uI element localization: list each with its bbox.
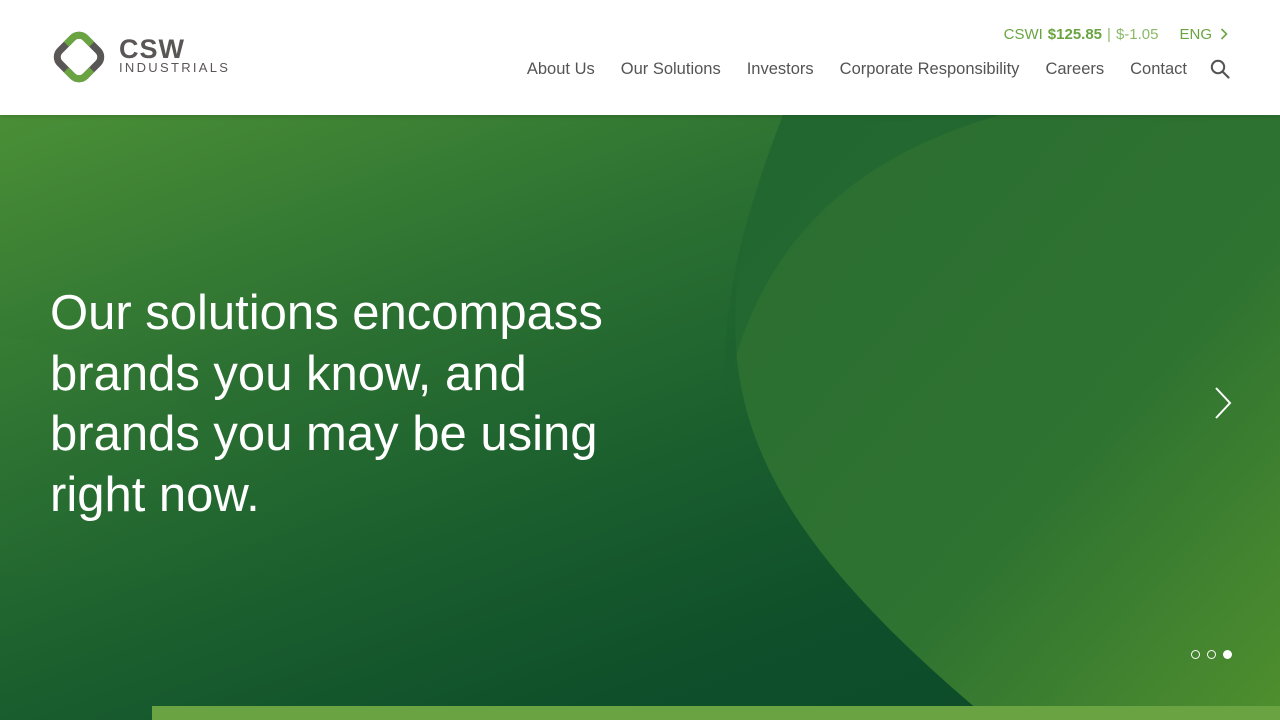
hero-carousel: Our solutions encompass brands you know,…	[0, 115, 1280, 720]
stock-change: $-1.05	[1115, 25, 1159, 43]
nav-corporate-responsibility[interactable]: Corporate Responsibility	[840, 60, 1020, 79]
language-label: ENG	[1179, 25, 1212, 43]
main-nav: About Us Our Solutions Investors Corpora…	[527, 56, 1230, 82]
csw-diamond-logo-icon	[53, 31, 105, 83]
search-icon	[1210, 59, 1230, 79]
hero-bottom-accent-bar	[152, 706, 1280, 720]
utility-bar: CSWI $125.85 | $-1.05 ENG	[1004, 24, 1228, 44]
nav-our-solutions[interactable]: Our Solutions	[621, 60, 721, 79]
nav-contact[interactable]: Contact	[1130, 60, 1187, 79]
site-header: CSW INDUSTRIALS CSWI $125.85 | $-1.05 EN…	[0, 0, 1280, 115]
carousel-dot-1[interactable]	[1191, 650, 1200, 659]
carousel-dot-2[interactable]	[1207, 650, 1216, 659]
stock-separator: |	[1107, 25, 1111, 43]
logo-subtitle: INDUSTRIALS	[119, 60, 231, 75]
search-button[interactable]	[1210, 59, 1230, 79]
logo-wordmark: CSW	[119, 34, 185, 64]
carousel-next-button[interactable]	[1208, 385, 1236, 421]
stock-price: $125.85	[1047, 25, 1103, 43]
language-selector[interactable]: ENG	[1179, 26, 1228, 43]
hero-headline: Our solutions encompass brands you know,…	[50, 286, 603, 522]
carousel-pagination	[1191, 650, 1239, 659]
company-logo[interactable]: CSW INDUSTRIALS	[50, 27, 245, 89]
chevron-right-icon	[1220, 28, 1228, 40]
stock-symbol: CSWI	[1003, 25, 1043, 43]
carousel-dot-3[interactable]	[1223, 650, 1232, 659]
chevron-right-icon	[1215, 387, 1232, 419]
nav-investors[interactable]: Investors	[747, 60, 814, 79]
nav-about-us[interactable]: About Us	[527, 60, 595, 79]
nav-careers[interactable]: Careers	[1045, 60, 1104, 79]
